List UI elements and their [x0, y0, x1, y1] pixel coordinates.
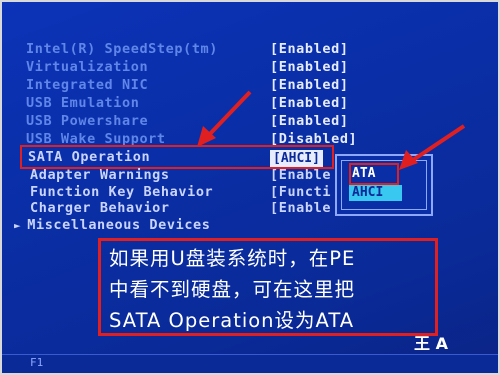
annotation-line-2: 中看不到硬盘，可在这里把: [109, 278, 356, 301]
annotation-line-3: SATA Operation设为ATA: [109, 309, 355, 332]
help-bar: F1: [2, 354, 498, 373]
bios-screen: Intel(R) SpeedStep(tm) [Enabled] Virtual…: [2, 2, 498, 373]
annotation-line-1: 如果用U盘装系统时，在PE: [109, 247, 356, 270]
watermark-logo: 王 A: [414, 334, 448, 353]
arrow-to-ata-icon: [399, 124, 466, 170]
arrow-to-sata-operation-icon: [197, 90, 252, 147]
annotation-box: 如果用U盘装系统时，在PE 中看不到硬盘，可在这里把 SATA Operatio…: [98, 238, 438, 336]
help-hint: F1: [30, 356, 44, 369]
